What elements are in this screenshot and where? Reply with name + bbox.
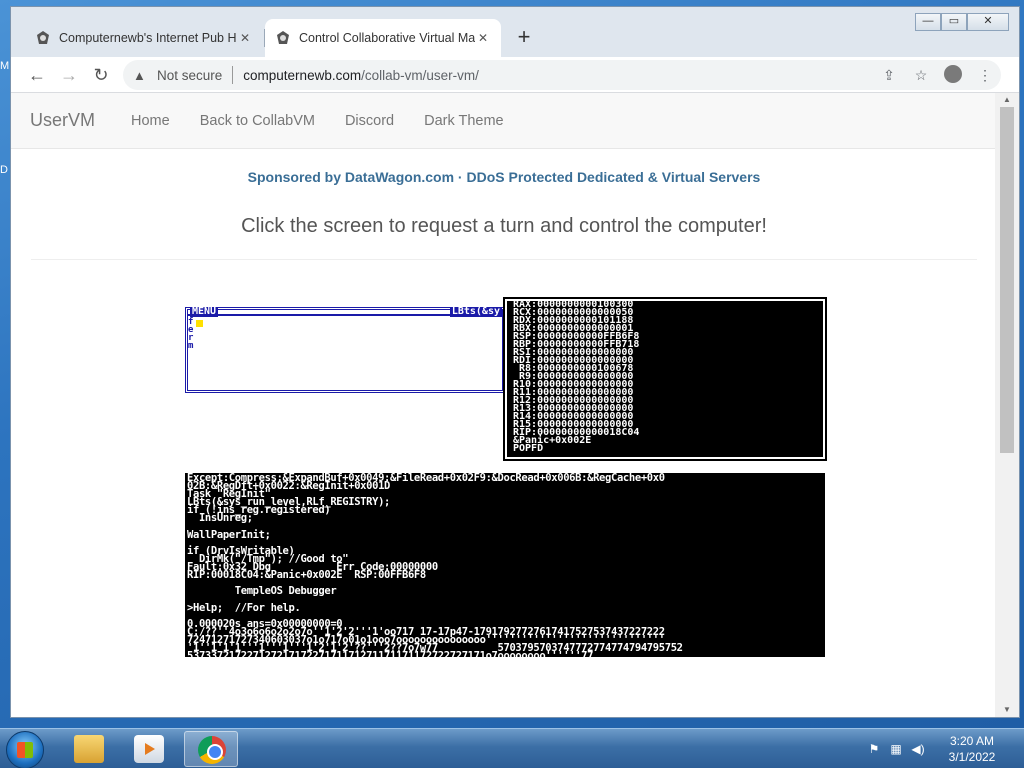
chrome-icon xyxy=(198,736,226,764)
flag-icon[interactable]: ⚑ xyxy=(866,741,882,757)
star-icon[interactable]: ☆ xyxy=(905,67,937,84)
url-text[interactable]: computernewb.com/collab-vm/user-vm/ xyxy=(243,68,479,83)
site-favicon-icon xyxy=(277,31,289,44)
scroll-thumb[interactable] xyxy=(1000,107,1014,453)
browser-window: Computernewb's Internet Pub Hu ✕ Control… xyxy=(10,6,1020,718)
site-navbar: UserVM Home Back to CollabVM Discord Dar… xyxy=(11,93,995,149)
vm-menu-right-text: LBts(&sy xyxy=(449,306,502,317)
tab-title: Computernewb's Internet Pub Hu xyxy=(59,31,237,45)
close-icon[interactable]: ✕ xyxy=(475,31,491,45)
sponsor-link[interactable]: Sponsored by DataWagon.com · DDoS Protec… xyxy=(11,169,995,185)
text-line: TempleOS Debugger xyxy=(187,585,337,598)
vm-console: Except:Compress:&ExpandBuf+0x0049:&FileR… xyxy=(185,473,825,662)
taskbar-media-player[interactable] xyxy=(122,731,176,767)
vm-register-panel: RAX:0000000000100300 RCX:0000000000000050… xyxy=(503,297,827,461)
tab-collab-vm[interactable]: Control Collaborative Virtual Ma ✕ xyxy=(265,19,501,57)
share-icon[interactable]: ⇪ xyxy=(873,67,905,84)
close-icon[interactable]: ✕ xyxy=(237,31,253,45)
forward-button[interactable]: → xyxy=(55,61,83,89)
vm-text-cursor xyxy=(196,320,203,327)
taskbar: ⚑ ▦ ◀) 3:20 AM 3/1/2022 xyxy=(0,728,1024,768)
url-path: /collab-vm/user-vm/ xyxy=(361,67,479,83)
security-label[interactable]: Not secure xyxy=(157,68,222,83)
nav-link-dark-theme[interactable]: Dark Theme xyxy=(424,113,504,129)
page-viewport: UserVM Home Back to CollabVM Discord Dar… xyxy=(11,93,995,717)
tab-computernewb-pub[interactable]: Computernewb's Internet Pub Hu ✕ xyxy=(25,19,263,57)
vm-display[interactable]: MENU LBts(&sy f e r m RAX:00000000001003… xyxy=(185,297,827,662)
menu-icon[interactable]: ⋮ xyxy=(969,67,1001,84)
url-host: computernewb.com xyxy=(243,67,362,83)
windows-logo-icon xyxy=(17,742,33,758)
site-favicon-icon xyxy=(37,31,49,44)
minimize-button[interactable]: — xyxy=(915,13,941,31)
start-button[interactable] xyxy=(6,731,44,768)
system-tray: ⚑ ▦ ◀) xyxy=(866,741,926,757)
new-tab-button[interactable]: + xyxy=(511,25,537,51)
console-lines: Except:Compress:&ExpandBuf+0x0049:&FileR… xyxy=(187,473,683,662)
vm-menu-letters: f e r m xyxy=(188,317,194,351)
tab-title: Control Collaborative Virtual Ma xyxy=(299,31,475,45)
maximize-button[interactable]: ▭ xyxy=(941,13,967,31)
nav-link-home[interactable]: Home xyxy=(131,113,170,129)
volume-icon[interactable]: ◀) xyxy=(910,741,926,757)
text-line: if (!ins_reg.registered) xyxy=(187,504,331,517)
clock-time: 3:20 AM xyxy=(949,734,995,748)
clock-date: 3/1/2022 xyxy=(948,750,996,764)
divider xyxy=(232,66,234,84)
browser-toolbar: ← → ↻ ▲ Not secure computernewb.com/coll… xyxy=(11,57,1019,93)
network-icon[interactable]: ▦ xyxy=(888,741,904,757)
avatar-icon xyxy=(944,64,962,83)
nav-link-discord[interactable]: Discord xyxy=(345,113,394,129)
site-brand[interactable]: UserVM xyxy=(30,110,95,131)
nav-link-back-to-collabvm[interactable]: Back to CollabVM xyxy=(200,113,315,129)
vm-menu-bar: MENU LBts(&sy xyxy=(188,306,502,317)
omnibox-actions: ⇪ ☆ ⋮ xyxy=(873,60,1001,90)
desktop-fragment: M xyxy=(0,60,10,72)
register-lines: RAX:0000000000100300 RCX:0000000000000050… xyxy=(513,300,639,454)
warning-icon[interactable]: ▲ xyxy=(133,68,149,83)
scroll-up-arrow-icon[interactable]: ▲ xyxy=(995,93,1019,107)
divider xyxy=(31,259,977,260)
vm-menu-title: MENU xyxy=(190,306,219,317)
desktop-fragment: D xyxy=(0,164,8,176)
page-scrollbar[interactable]: ▲ ▼ xyxy=(995,93,1019,717)
back-button[interactable]: ← xyxy=(23,61,51,89)
tab-strip: Computernewb's Internet Pub Hu ✕ Control… xyxy=(11,7,1019,59)
profile-avatar[interactable] xyxy=(937,64,969,86)
address-bar[interactable]: ▲ Not secure computernewb.com/collab-vm/… xyxy=(123,60,1001,90)
clock[interactable]: 3:20 AM 3/1/2022 xyxy=(930,733,1014,765)
taskbar-chrome[interactable] xyxy=(184,731,238,767)
close-window-button[interactable]: ✕ xyxy=(967,13,1009,31)
text-line: >Help; //For help. xyxy=(187,601,301,614)
media-player-icon xyxy=(134,735,164,763)
turn-prompt: Click the screen to request a turn and c… xyxy=(241,215,767,237)
folder-icon xyxy=(74,735,104,763)
reload-button[interactable]: ↻ xyxy=(87,61,115,89)
text-line: WallPaperInit; xyxy=(187,528,271,541)
text-line: POPFD xyxy=(513,443,544,454)
vm-menu-window: MENU LBts(&sy f e r m xyxy=(185,307,505,393)
taskbar-explorer[interactable] xyxy=(62,731,116,767)
scroll-down-arrow-icon[interactable]: ▼ xyxy=(995,703,1019,717)
